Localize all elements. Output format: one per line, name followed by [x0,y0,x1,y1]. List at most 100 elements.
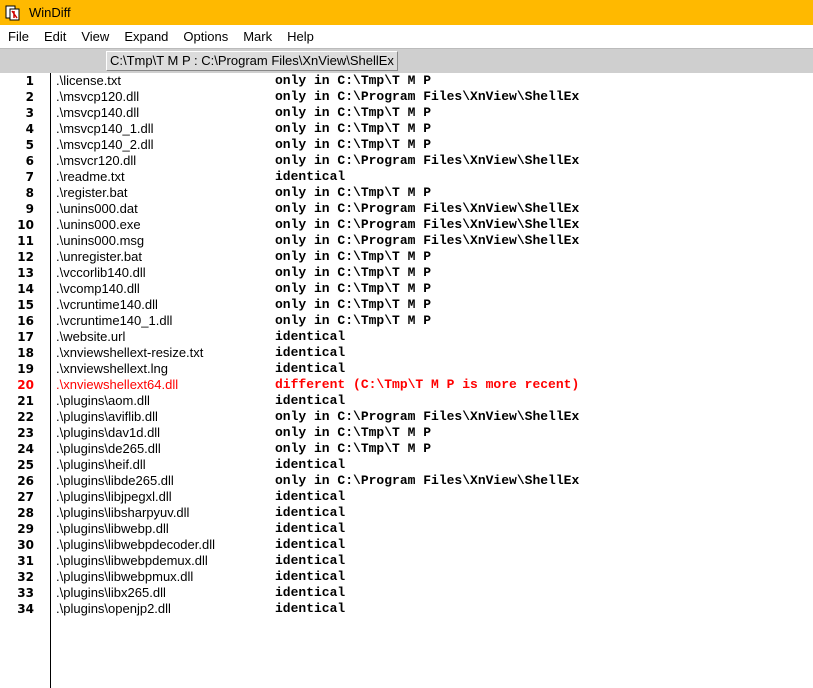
table-row[interactable]: 32 .\plugins\libwebpmux.dll identical [0,569,813,585]
comparison-status: identical [275,361,346,376]
line-number: 8 [25,186,34,200]
file-name: .\plugins\de265.dll [56,441,161,456]
comparison-status: only in C:\Program Files\XnView\ShellEx [275,409,580,424]
table-row[interactable]: 12 .\unregister.bat only in C:\Tmp\T M P [0,249,813,265]
file-name: .\msvcp140.dll [56,105,140,120]
line-number: 34 [17,602,34,616]
comparison-status: only in C:\Tmp\T M P [275,425,432,440]
comparison-status: identical [275,505,346,520]
file-name: .\plugins\libwebpmux.dll [56,569,194,584]
file-name: .\plugins\libwebpdecoder.dll [56,537,215,552]
line-number: 4 [25,122,34,136]
table-row[interactable]: 4 .\msvcp140_1.dll only in C:\Tmp\T M P [0,121,813,137]
table-row[interactable]: 18 .\xnviewshellext-resize.txt identical [0,345,813,361]
file-name: .\xnviewshellext-resize.txt [56,345,204,360]
file-name: .\vcruntime140.dll [56,297,158,312]
table-row[interactable]: 13 .\vccorlib140.dll only in C:\Tmp\T M P [0,265,813,281]
menu-edit[interactable]: Edit [36,29,74,44]
table-row[interactable]: 9 .\unins000.dat only in C:\Program Files\… [0,201,813,217]
file-name: .\license.txt [56,73,122,88]
title-bar: WinDiff [0,0,813,25]
line-number: 14 [17,282,34,296]
line-number: 3 [25,106,34,120]
menu-view[interactable]: View [73,29,117,44]
table-row[interactable]: 30 .\plugins\libwebpdecoder.dll identical [0,537,813,553]
line-number-divider [50,73,51,688]
comparison-status: identical [275,329,346,344]
line-number: 5 [25,138,34,152]
line-number: 27 [17,490,34,504]
comparison-status: only in C:\Tmp\T M P [275,185,432,200]
comparison-status: identical [275,521,346,536]
table-row[interactable]: 26 .\plugins\libde265.dll only in C:\Progr… [0,473,813,489]
file-name: .\vcruntime140_1.dll [56,313,173,328]
comparison-status: only in C:\Program Files\XnView\ShellEx [275,233,580,248]
comparison-status: only in C:\Tmp\T M P [275,73,432,88]
table-row[interactable]: 2 .\msvcp120.dll only in C:\Program Files\… [0,89,813,105]
file-name: .\register.bat [56,185,128,200]
menu-help[interactable]: Help [279,29,322,44]
comparison-status: only in C:\Program Files\XnView\ShellEx [275,89,580,104]
line-number: 22 [17,410,34,424]
table-row[interactable]: 20 .\xnviewshellext64.dll different (C:\Tm… [0,377,813,393]
file-comparison-list[interactable]: 1 .\license.txt only in C:\Tmp\T M P 2 .\msv… [0,73,813,688]
table-row[interactable]: 16 .\vcruntime140_1.dll only in C:\Tmp\T M… [0,313,813,329]
file-name: .\plugins\dav1d.dll [56,425,161,440]
table-row[interactable]: 17 .\website.url identical [0,329,813,345]
file-name: .\plugins\libx265.dll [56,585,166,600]
menu-file[interactable]: File [0,29,37,44]
comparison-status: only in C:\Tmp\T M P [275,297,432,312]
comparison-status: only in C:\Program Files\XnView\ShellEx [275,201,580,216]
table-row[interactable]: 7 .\readme.txt identical [0,169,813,185]
table-row[interactable]: 3 .\msvcp140.dll only in C:\Tmp\T M P [0,105,813,121]
file-name: .\vccorlib140.dll [56,265,146,280]
table-row[interactable]: 22 .\plugins\aviflib.dll only in C:\Progra… [0,409,813,425]
table-row[interactable]: 24 .\plugins\de265.dll only in C:\Tmp\T M … [0,441,813,457]
file-name: .\msvcp140_1.dll [56,121,154,136]
table-row[interactable]: 31 .\plugins\libwebpdemux.dll identical [0,553,813,569]
table-row[interactable]: 6 .\msvcr120.dll only in C:\Program Files\… [0,153,813,169]
comparison-status: only in C:\Tmp\T M P [275,105,432,120]
comparison-status: identical [275,569,346,584]
table-row[interactable]: 19 .\xnviewshellext.lng identical [0,361,813,377]
line-number: 15 [17,298,34,312]
windiff-app-icon[interactable] [5,5,21,21]
table-row[interactable]: 11 .\unins000.msg only in C:\Program Files… [0,233,813,249]
menu-mark[interactable]: Mark [235,29,280,44]
table-row[interactable]: 5 .\msvcp140_2.dll only in C:\Tmp\T M P [0,137,813,153]
menu-options[interactable]: Options [175,29,236,44]
comparison-status: only in C:\Tmp\T M P [275,281,432,296]
status-bar: C:\Tmp\T M P : C:\Program Files\XnView\S… [0,48,813,73]
table-row[interactable]: 28 .\plugins\libsharpyuv.dll identical [0,505,813,521]
table-row[interactable]: 1 .\license.txt only in C:\Tmp\T M P [0,73,813,89]
line-number: 23 [17,426,34,440]
file-name: .\plugins\libde265.dll [56,473,174,488]
table-row[interactable]: 33 .\plugins\libx265.dll identical [0,585,813,601]
line-number: 13 [17,266,34,280]
file-name: .\plugins\openjp2.dll [56,601,171,616]
line-number: 20 [17,378,34,392]
line-number: 2 [25,90,34,104]
table-row[interactable]: 10 .\unins000.exe only in C:\Program Files… [0,217,813,233]
comparison-status: identical [275,489,346,504]
table-row[interactable]: 27 .\plugins\libjpegxl.dll identical [0,489,813,505]
table-row[interactable]: 23 .\plugins\dav1d.dll only in C:\Tmp\T M … [0,425,813,441]
table-row[interactable]: 25 .\plugins\heif.dll identical [0,457,813,473]
line-number: 31 [17,554,34,568]
table-row[interactable]: 34 .\plugins\openjp2.dll identical [0,601,813,617]
file-name: .\vcomp140.dll [56,281,140,296]
line-number: 21 [17,394,34,408]
table-row[interactable]: 14 .\vcomp140.dll only in C:\Tmp\T M P [0,281,813,297]
window-title: WinDiff [29,5,71,20]
line-number: 33 [17,586,34,600]
table-row[interactable]: 29 .\plugins\libwebp.dll identical [0,521,813,537]
comparison-status: only in C:\Tmp\T M P [275,137,432,152]
table-row[interactable]: 21 .\plugins\aom.dll identical [0,393,813,409]
comparison-status: identical [275,553,346,568]
comparison-status: only in C:\Program Files\XnView\ShellEx [275,217,580,232]
table-row[interactable]: 15 .\vcruntime140.dll only in C:\Tmp\T M P [0,297,813,313]
line-number: 1 [25,74,34,88]
menu-expand[interactable]: Expand [116,29,176,44]
table-row[interactable]: 8 .\register.bat only in C:\Tmp\T M P [0,185,813,201]
comparison-status: only in C:\Tmp\T M P [275,121,432,136]
